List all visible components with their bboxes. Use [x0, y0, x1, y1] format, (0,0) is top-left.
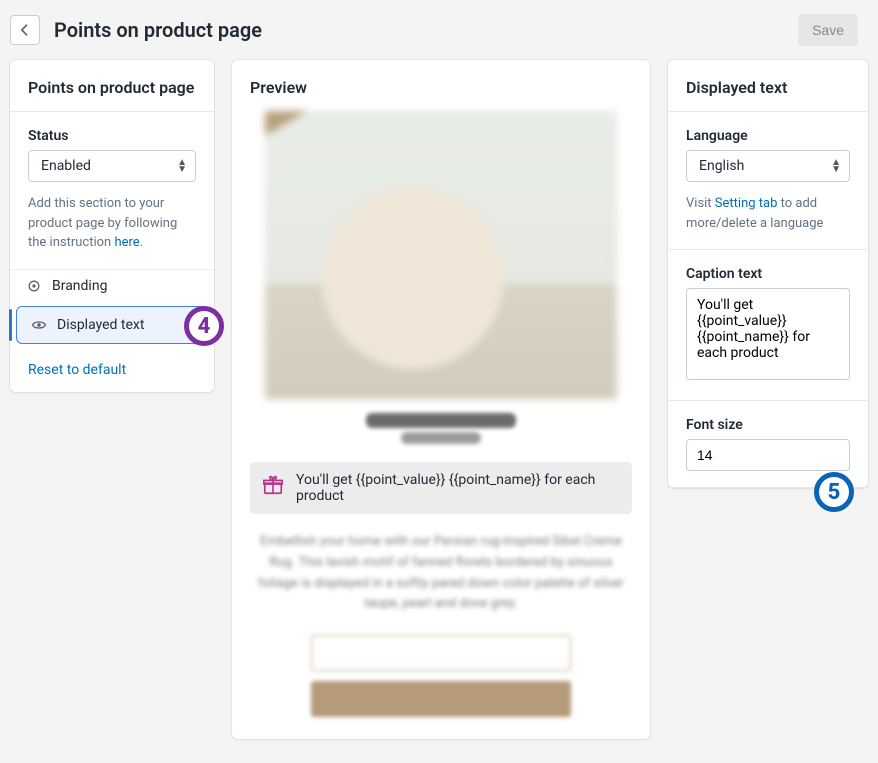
buy-now-button[interactable]: Buy it now: [311, 681, 571, 717]
status-value: Enabled: [41, 158, 91, 174]
setting-tab-link[interactable]: Setting tab: [715, 196, 778, 211]
language-value: English: [699, 158, 744, 174]
sidebar-item-label: Branding: [52, 278, 107, 294]
language-select[interactable]: English ▲▼: [686, 150, 850, 182]
status-helper: Add this section to your product page by…: [28, 194, 196, 253]
language-helper: Visit Setting tab to add more/delete a l…: [686, 194, 850, 233]
font-size-input[interactable]: ▲ ▼: [686, 439, 850, 471]
font-size-label: Font size: [686, 417, 850, 433]
status-select[interactable]: Enabled ▲▼: [28, 150, 196, 182]
page-title: Points on product page: [54, 18, 784, 42]
sidebar-card-title: Points on product page: [10, 60, 214, 112]
chevron-updown-icon: ▲▼: [177, 159, 187, 173]
displayed-text-card: Displayed text Language English ▲▼ Visit…: [668, 60, 868, 488]
points-banner: You'll get {{point_value}} {{point_name}…: [250, 462, 632, 514]
back-button[interactable]: [10, 15, 40, 45]
annotation-badge-4: 4: [184, 306, 224, 346]
caption-textarea[interactable]: [686, 288, 850, 380]
preview-title: Preview: [232, 60, 650, 111]
displayed-text-title: Displayed text: [668, 60, 868, 112]
sidebar-item-label: Displayed text: [57, 317, 144, 333]
gift-icon: [262, 474, 284, 496]
sidebar-item-displayed-text[interactable]: Displayed text: [16, 306, 208, 344]
product-name: SIBEL CREME RUG: [366, 413, 516, 428]
caption-label: Caption text: [686, 266, 850, 282]
add-to-cart-button[interactable]: Add to cart: [311, 635, 571, 671]
status-label: Status: [28, 128, 196, 144]
sidebar-item-branding[interactable]: Branding: [10, 269, 214, 302]
branding-icon: [26, 278, 42, 294]
product-description: Embellish your home with our Persian rug…: [250, 532, 632, 615]
product-price: $69.00 USD: [401, 432, 481, 444]
product-image: [265, 111, 617, 399]
eye-icon: [31, 317, 47, 333]
chevron-updown-icon: ▲▼: [831, 159, 841, 173]
points-caption: You'll get {{point_value}} {{point_name}…: [296, 472, 620, 504]
annotation-badge-5: 5: [814, 472, 854, 512]
arrow-left-icon: [17, 22, 33, 38]
reset-to-default-link[interactable]: Reset to default: [10, 348, 214, 392]
sidebar-card: Points on product page Status Enabled ▲▼…: [10, 60, 214, 392]
save-button[interactable]: Save: [798, 14, 858, 46]
font-size-field[interactable]: [687, 440, 850, 470]
instruction-link[interactable]: here: [114, 235, 139, 250]
language-label: Language: [686, 128, 850, 144]
preview-card: Preview SIBEL CREME RUG $69.00 USD You'l…: [232, 60, 650, 739]
